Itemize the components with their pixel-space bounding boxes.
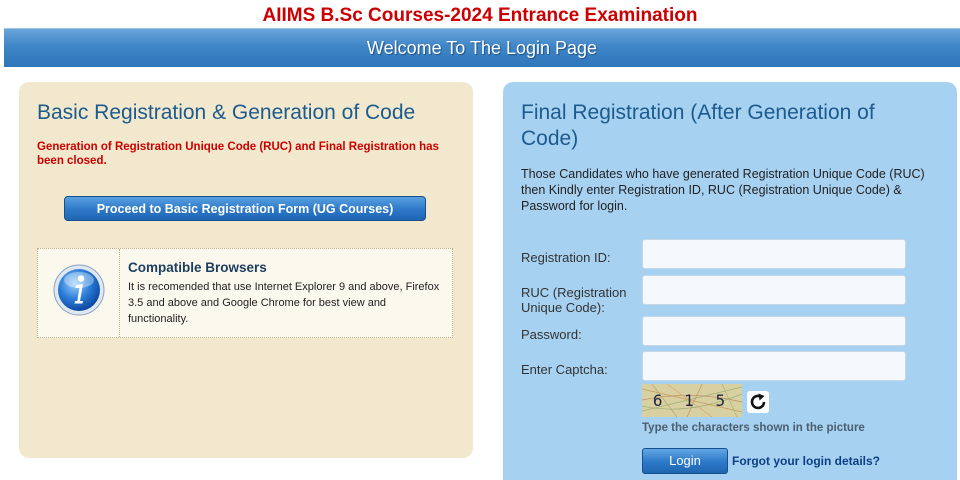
captcha-hint: Type the characters shown in the picture bbox=[642, 422, 865, 434]
registration-closed-notice: Generation of Registration Unique Code (… bbox=[37, 141, 439, 167]
login-button[interactable]: Login bbox=[642, 448, 728, 474]
browser-icon-cell bbox=[38, 249, 120, 337]
basic-registration-heading: Basic Registration & Generation of Code bbox=[37, 101, 416, 124]
exam-title: AIIMS B.Sc Courses-2024 Entrance Examina… bbox=[262, 5, 698, 26]
welcome-text: Welcome To The Login Page bbox=[366, 38, 598, 58]
captcha-input[interactable] bbox=[642, 351, 906, 381]
compatible-browsers-title: Compatible Browsers bbox=[128, 260, 267, 275]
proceed-basic-registration-button[interactable]: Proceed to Basic Registration Form (UG C… bbox=[64, 196, 426, 221]
captcha-label: Enter Captcha: bbox=[521, 362, 608, 377]
captcha-image: 6 1 5 8 bbox=[642, 384, 742, 417]
registration-id-label: Registration ID: bbox=[521, 250, 611, 265]
refresh-captcha-button[interactable] bbox=[747, 391, 769, 413]
basic-registration-panel: Basic Registration & Generation of Code … bbox=[19, 82, 473, 458]
final-registration-panel: Final Registration (After Generation of … bbox=[503, 82, 957, 480]
final-registration-heading: Final Registration (After Generation of … bbox=[521, 101, 875, 150]
registration-id-input[interactable] bbox=[642, 239, 906, 269]
info-icon bbox=[53, 264, 105, 316]
password-input[interactable] bbox=[642, 316, 906, 346]
welcome-bar: Welcome To The Login Page bbox=[4, 28, 960, 67]
password-label: Password: bbox=[521, 327, 582, 342]
ruc-label: RUC (Registration Unique Code): bbox=[521, 285, 627, 315]
compatible-browsers-text: It is recomended that use Internet Explo… bbox=[128, 281, 440, 325]
forgot-login-link[interactable]: Forgot your login details? bbox=[732, 454, 880, 468]
refresh-icon bbox=[750, 393, 766, 410]
captcha-code: 6 1 5 8 bbox=[652, 391, 732, 410]
ruc-input[interactable] bbox=[642, 275, 906, 305]
final-registration-intro: Those Candidates who have generated Regi… bbox=[521, 167, 925, 213]
compatible-browsers-box: Compatible Browsers It is recomended tha… bbox=[37, 248, 453, 338]
